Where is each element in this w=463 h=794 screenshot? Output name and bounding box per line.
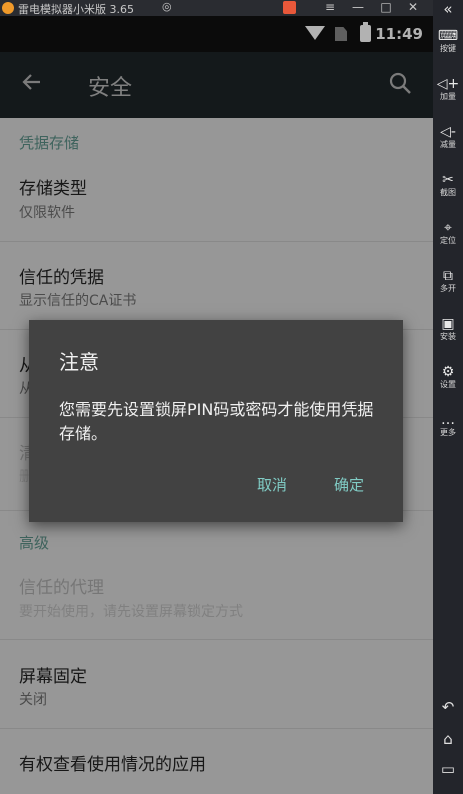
multi-instance-icon: ⧉ (443, 268, 453, 284)
android-screen: 11:49 安全 凭据存储 存储类型 仅限软件 信任的凭据 显示信任的CA证书 … (0, 16, 433, 794)
location-pin-icon: ⌖ (444, 220, 452, 236)
apk-install-icon: ▣ (441, 316, 455, 332)
sidebar-item-label: 多开 (440, 284, 456, 293)
minimize-button[interactable]: — (350, 0, 366, 16)
sidebar-item-label: 截图 (440, 188, 456, 197)
sidebar-item-label: 定位 (440, 236, 456, 245)
sidebar-item-label: 安装 (440, 332, 456, 341)
sidebar-item-screenshot[interactable]: ✂ 截图 (433, 172, 463, 198)
cancel-button[interactable]: 取消 (257, 474, 287, 495)
gamepad-icon[interactable]: ◎ (162, 0, 172, 13)
sidebar-item-label: 减量 (440, 140, 456, 149)
sidebar-item-location[interactable]: ⌖ 定位 (433, 220, 463, 246)
sidebar-item-label: 加量 (440, 92, 456, 101)
maximize-button[interactable]: □ (378, 0, 394, 16)
menu-button[interactable]: ≡ (322, 0, 338, 16)
sidebar-item-label: 设置 (440, 380, 456, 389)
dialog-title: 注意 (59, 350, 99, 374)
scissors-icon: ✂ (442, 172, 454, 188)
gift-icon[interactable] (283, 1, 296, 14)
emulator-title: 雷电模拟器小米版 3.65 (18, 3, 134, 16)
close-button[interactable]: ✕ (405, 0, 421, 16)
volume-down-icon: ◁- (440, 124, 456, 140)
keyboard-icon: ⌨ (437, 28, 459, 44)
collapse-sidebar-button[interactable]: « (433, 0, 463, 18)
recents-nav-icon[interactable]: ▭ (433, 760, 463, 778)
sidebar-item-volume-up[interactable]: ◁+ 加量 (433, 76, 463, 102)
sidebar-item-volume-down[interactable]: ◁- 减量 (433, 124, 463, 150)
home-nav-icon[interactable]: ⌂ (433, 730, 463, 748)
more-dots-icon: … (441, 412, 455, 428)
alert-dialog: 注意 您需要先设置锁屏PIN码或密码才能使用凭据存储。 取消 确定 (29, 320, 403, 522)
dialog-message: 您需要先设置锁屏PIN码或密码才能使用凭据存储。 (59, 400, 374, 443)
sidebar-item-keys[interactable]: ⌨ 按键 (433, 28, 463, 54)
sidebar-item-multi-instance[interactable]: ⧉ 多开 (433, 268, 463, 294)
emulator-logo-icon (2, 2, 14, 14)
sidebar-item-settings[interactable]: ⚙ 设置 (433, 364, 463, 390)
back-nav-icon[interactable]: ↶ (433, 698, 463, 716)
emulator-sidebar: « ⌨ 按键 ◁+ 加量 ◁- 减量 ✂ 截图 ⌖ 定位 ⧉ 多开 ▣ 安装 ⚙… (433, 0, 463, 794)
gear-icon: ⚙ (441, 364, 455, 380)
sidebar-item-install[interactable]: ▣ 安装 (433, 316, 463, 342)
volume-up-icon: ◁+ (436, 76, 460, 92)
sidebar-item-label: 按键 (440, 44, 456, 53)
sidebar-item-more[interactable]: … 更多 (433, 412, 463, 438)
sidebar-item-label: 更多 (440, 428, 456, 437)
ok-button[interactable]: 确定 (334, 474, 364, 495)
emulator-titlebar: 雷电模拟器小米版 3.65 ◎ ≡ — □ ✕ (0, 0, 463, 16)
